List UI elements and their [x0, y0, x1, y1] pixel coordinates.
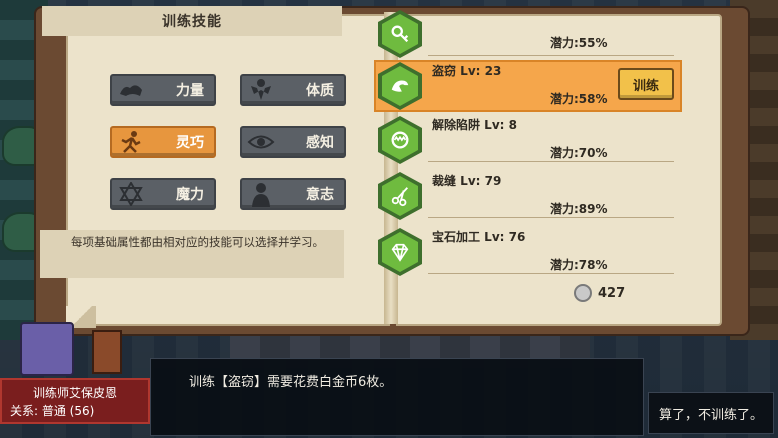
row-divider [428, 55, 674, 56]
skill-row-disarm-trap[interactable]: 解除陷阱 Lv: 8 潜力:70% [374, 114, 682, 166]
skill-name: 盗窃 Lv: 23 [432, 64, 502, 78]
npc-name: 训练师艾保皮恩 [32, 386, 117, 400]
decline-training-button[interactable]: 算了，不训练了。 [648, 392, 774, 434]
skill-potential: 潜力:78% [550, 258, 608, 272]
skill-row-gem-crafting[interactable]: 宝石加工 Lv: 76 潜力:78% [374, 226, 682, 278]
skill-row-theft[interactable]: 盗窃 Lv: 23 潜力:58% 训练 [374, 60, 682, 112]
attribute-willpower-button[interactable]: 意志 [240, 178, 346, 210]
row-divider [428, 161, 674, 162]
staff-decoration [92, 330, 122, 374]
attribute-description: 每项基础属性都由相对应的技能可以选择并学习。 [40, 230, 344, 278]
skill-potential: 潜力:89% [550, 202, 608, 216]
attribute-label: 魔力 [176, 187, 204, 203]
constitution-icon [242, 76, 280, 104]
attribute-label: 意志 [306, 187, 334, 203]
skill-name: 宝石加工 Lv: 76 [432, 230, 526, 244]
strength-icon [112, 76, 150, 104]
left-page [66, 14, 390, 326]
page-title: 训练技能 [42, 6, 342, 36]
coin-amount: 427 [598, 285, 626, 301]
coin-counter: 427 [574, 284, 625, 302]
magic-icon [112, 180, 150, 208]
npc-relation: 关系: 普通 (56) [10, 404, 95, 418]
perception-icon [242, 128, 280, 156]
skill-potential: 潜力:70% [550, 146, 608, 160]
skill-name: 解除陷阱 Lv: 8 [432, 118, 517, 132]
row-divider [428, 217, 674, 218]
dialog-box: 训练【盗窃】需要花费白金币6枚。 [150, 358, 644, 436]
skill-row-tailoring[interactable]: 裁缝 Lv: 79 潜力:89% [374, 170, 682, 222]
attribute-label: 灵巧 [176, 135, 204, 151]
train-button[interactable]: 训练 [618, 68, 674, 100]
agility-icon [112, 128, 150, 156]
npc-info-banner: 训练师艾保皮恩 关系: 普通 (56) [0, 378, 150, 424]
attribute-constitution-button[interactable]: 体质 [240, 74, 346, 106]
row-divider [428, 273, 674, 274]
attribute-label: 体质 [306, 83, 334, 99]
willpower-icon [242, 180, 280, 208]
attribute-magic-button[interactable]: 魔力 [110, 178, 216, 210]
skill-row[interactable]: 潜力:55% [374, 8, 682, 60]
attribute-agility-button[interactable]: 灵巧 [110, 126, 216, 158]
attribute-perception-button[interactable]: 感知 [240, 126, 346, 158]
npc-portrait [20, 322, 74, 376]
skill-potential: 潜力:58% [550, 92, 608, 106]
dialog-message: 训练【盗窃】需要花费白金币6枚。 [189, 375, 393, 390]
skill-potential: 潜力:55% [550, 36, 608, 50]
attribute-label: 力量 [176, 83, 204, 99]
attribute-strength-button[interactable]: 力量 [110, 74, 216, 106]
platinum-coin-icon [574, 284, 592, 302]
attribute-label: 感知 [306, 135, 334, 151]
skill-name: 裁缝 Lv: 79 [432, 174, 502, 188]
